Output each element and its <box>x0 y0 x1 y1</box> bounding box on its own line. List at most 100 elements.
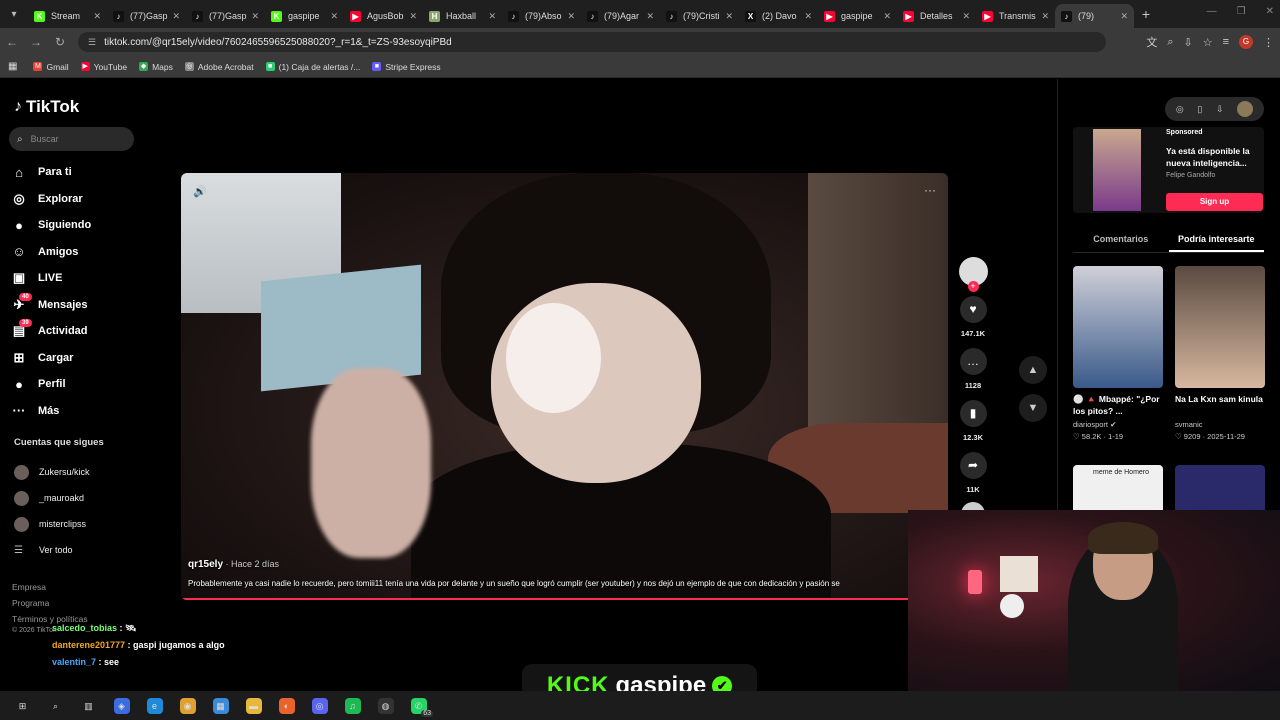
sidebar-item-home[interactable]: ⌂ Para ti <box>10 159 160 186</box>
see-all-link[interactable]: ☰ Ver todo <box>14 537 90 563</box>
browser-tab[interactable]: ▶ AgusBob ✕ <box>344 4 423 28</box>
browser-tab[interactable]: ▶ Transmis ✕ <box>976 4 1055 28</box>
tab-close-icon[interactable]: ✕ <box>251 11 259 22</box>
tab-close-icon[interactable]: ✕ <box>488 11 496 22</box>
tab-close-icon[interactable]: ✕ <box>962 11 970 22</box>
download-icon[interactable]: ⇩ <box>1216 104 1224 115</box>
video-progress-bar[interactable] <box>181 598 948 600</box>
install-icon[interactable]: ⇩ <box>1183 36 1192 49</box>
sidebar-item-friends[interactable]: ☺ Amigos <box>10 239 160 266</box>
creator-avatar[interactable]: + <box>958 257 988 292</box>
tab-close-icon[interactable]: ✕ <box>804 11 812 22</box>
taskbar-button[interactable]: ⊞ <box>6 691 39 720</box>
video-thumbnail[interactable] <box>1073 266 1163 388</box>
browser-tab[interactable]: ♪ (79)Abso ✕ <box>502 4 581 28</box>
close-window-button[interactable]: ✕ <box>1266 6 1274 17</box>
sidebar-item-more[interactable]: ··· Más <box>10 398 160 425</box>
bookmark-item[interactable]: ▶ YouTube <box>80 62 127 72</box>
following-account[interactable]: misterclipss <box>14 511 90 537</box>
next-video-button[interactable]: ▼ <box>1019 394 1047 422</box>
browser-tab[interactable]: ♪ (79)Agar ✕ <box>581 4 660 28</box>
tab-close-icon[interactable]: ✕ <box>567 11 575 22</box>
browser-tab[interactable]: K Stream ✕ <box>28 4 107 28</box>
video-thumbnail[interactable] <box>1175 266 1265 388</box>
browser-menu-icon[interactable]: ⋮ <box>1263 36 1274 49</box>
browser-tab[interactable]: Kgaspipe ✕ <box>265 4 344 28</box>
browser-tab[interactable]: ♪ (77)Gasp ✕ <box>186 4 265 28</box>
sidebar-item-compass[interactable]: ◎ Explorar <box>10 186 160 213</box>
taskbar-button[interactable]: ▦ <box>204 691 237 720</box>
search-input[interactable]: ⌕ Buscar <box>9 127 134 151</box>
tab-close-icon[interactable]: ✕ <box>883 11 891 22</box>
share-icon[interactable]: ➦ <box>959 452 987 479</box>
minimize-button[interactable]: — <box>1207 6 1217 17</box>
tab-recommendations[interactable]: Podría interesarte <box>1168 225 1264 252</box>
taskbar-button[interactable]: ♫ <box>336 691 369 720</box>
like-icon[interactable]: ♥ <box>959 296 987 323</box>
forward-button[interactable]: → <box>24 35 48 49</box>
profile-avatar[interactable]: G <box>1239 35 1253 49</box>
sidebar-item-live[interactable]: ▣ LIVE <box>10 265 160 292</box>
volume-icon[interactable]: 🔊 <box>193 185 207 198</box>
sidebar-item-messages[interactable]: ✈ 40 Mensajes <box>10 292 160 319</box>
taskbar-button[interactable]: ◈ <box>105 691 138 720</box>
video-player[interactable]: 🔊 ··· qr15ely · Hace 2 días Probablement… <box>181 173 948 600</box>
browser-tab[interactable]: ▶ gaspipe ✕ <box>818 4 897 28</box>
sidebar-item-profile[interactable]: ● Perfil <box>10 371 160 398</box>
bookmark-icon[interactable]: ▮ <box>959 400 987 427</box>
browser-tab[interactable]: X (2) Davo ✕ <box>739 4 818 28</box>
media-icon[interactable]: ≡ <box>1223 36 1229 48</box>
tab-close-icon[interactable]: ✕ <box>409 11 417 22</box>
zoom-icon[interactable]: ⌕ <box>1167 36 1173 49</box>
previous-video-button[interactable]: ▲ <box>1019 356 1047 384</box>
browser-tab[interactable]: ♪ (79) ✕ <box>1055 4 1134 28</box>
reload-button[interactable]: ↻ <box>48 35 72 49</box>
footer-link[interactable]: Empresa <box>12 579 88 595</box>
tab-close-icon[interactable]: ✕ <box>1041 11 1049 22</box>
back-button[interactable]: ← <box>0 35 24 49</box>
recommended-video[interactable]: Na La Kxn sam kinula svmanic ♡ 9209 · 2025… <box>1175 266 1265 441</box>
bookmark-item[interactable]: ■ (1) Caja de alertas /... <box>265 62 360 72</box>
maximize-button[interactable]: ❐ <box>1237 6 1246 17</box>
taskbar-button[interactable]: e <box>138 691 171 720</box>
browser-tab[interactable]: H Haxball ✕ <box>423 4 502 28</box>
more-options-icon[interactable]: ··· <box>924 183 936 197</box>
user-avatar[interactable] <box>1237 101 1254 117</box>
video-author[interactable]: qr15ely · Hace 2 días <box>188 559 279 570</box>
ad-thumbnail[interactable] <box>1093 129 1141 211</box>
browser-tab[interactable]: ♪ (77)Gasp ✕ <box>107 4 186 28</box>
following-account[interactable]: _mauroakd <box>14 485 90 511</box>
bookmark-item[interactable]: M Gmail <box>33 62 69 72</box>
tab-search-icon[interactable]: ▾ <box>0 0 28 28</box>
tab-close-icon[interactable]: ✕ <box>646 11 654 22</box>
sidebar-item-upload[interactable]: ⊞ Cargar <box>10 345 160 372</box>
ad-signup-button[interactable]: Sign up <box>1166 193 1263 211</box>
url-bar[interactable]: ☰ tiktok.com/@qr15ely/video/760246559652… <box>78 32 1106 52</box>
tab-close-icon[interactable]: ✕ <box>725 11 733 22</box>
sidebar-item-activity[interactable]: ▤ 39 Actividad <box>10 318 160 345</box>
tab-comments[interactable]: Comentarios <box>1073 225 1169 252</box>
recommended-video[interactable]: ⚪ 🔺 Mbappé: "¿Por los pitos? ... diariosp… <box>1073 266 1163 441</box>
apps-icon[interactable]: ▦ <box>8 61 17 72</box>
tab-close-icon[interactable]: ✕ <box>1120 11 1128 22</box>
browser-tab[interactable]: ♪ (79)Cristi ✕ <box>660 4 739 28</box>
video-thumbnail[interactable] <box>1175 465 1265 510</box>
taskbar-button[interactable]: ▥ <box>72 691 105 720</box>
tab-close-icon[interactable]: ✕ <box>330 11 338 22</box>
tiktok-logo[interactable]: ♪ TikTok <box>14 97 79 117</box>
bookmark-item[interactable]: ■ Stripe Express <box>372 62 441 72</box>
taskbar-button[interactable]: ◎ <box>303 691 336 720</box>
sponsored-ad[interactable]: Sponsored Ya está disponible la nueva in… <box>1073 127 1264 213</box>
sidebar-item-following[interactable]: ● Siguiendo <box>10 212 160 239</box>
new-tab-button[interactable]: + <box>1134 6 1158 22</box>
footer-link[interactable]: Programa <box>12 595 88 611</box>
comment-icon[interactable]: … <box>959 348 987 375</box>
translate-icon[interactable]: 文 <box>1146 34 1157 50</box>
taskbar-button[interactable]: ✆ 63 <box>402 691 435 720</box>
taskbar-button[interactable]: ◉ <box>171 691 204 720</box>
video-thumbnail[interactable]: meme de Homero <box>1073 465 1163 510</box>
site-info-icon[interactable]: ☰ <box>88 37 96 48</box>
tab-close-icon[interactable]: ✕ <box>172 11 180 22</box>
taskbar-button[interactable]: ◍ <box>369 691 402 720</box>
taskbar-button[interactable]: ▬ <box>237 691 270 720</box>
